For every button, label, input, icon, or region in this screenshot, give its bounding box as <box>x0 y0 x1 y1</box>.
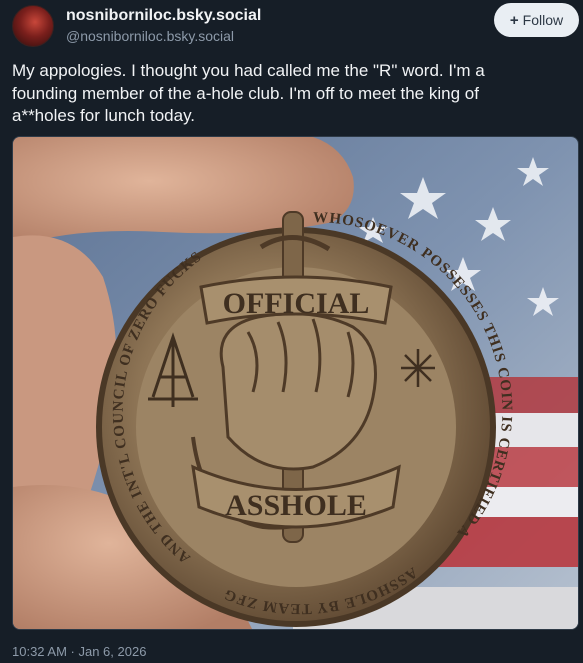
author-handle[interactable]: @nosniborniloc.bsky.social <box>66 26 261 46</box>
coin-ribbon-top: OFFICIAL <box>223 287 370 320</box>
follow-button[interactable]: + Follow <box>494 3 579 37</box>
post-card: nosniborniloc.bsky.social @nosniborniloc… <box>0 0 583 663</box>
post-text: My appologies. I thought you had called … <box>12 60 572 128</box>
author-display-name[interactable]: nosniborniloc.bsky.social <box>66 6 261 26</box>
post-text-line: founding member of the a-hole club. I'm … <box>12 83 479 103</box>
avatar[interactable] <box>12 5 54 47</box>
post-timestamp[interactable]: 10:32 AM · Jan 6, 2026 <box>12 644 146 659</box>
follow-label: Follow <box>522 12 564 28</box>
coin-ribbon-bottom: ASSHOLE <box>225 489 367 522</box>
post-text-line: My appologies. I thought you had called … <box>12 61 485 80</box>
post-image[interactable]: AND THE INT'L COUNCIL OF ZERO FUCKS WHOS… <box>12 136 579 630</box>
author-block: nosniborniloc.bsky.social @nosniborniloc… <box>66 6 261 46</box>
coin-photo: AND THE INT'L COUNCIL OF ZERO FUCKS WHOS… <box>13 137 578 629</box>
plus-icon: + <box>509 11 519 29</box>
post-text-line: a**holes for lunch today. <box>12 106 196 125</box>
zfg-emblem <box>401 349 435 387</box>
